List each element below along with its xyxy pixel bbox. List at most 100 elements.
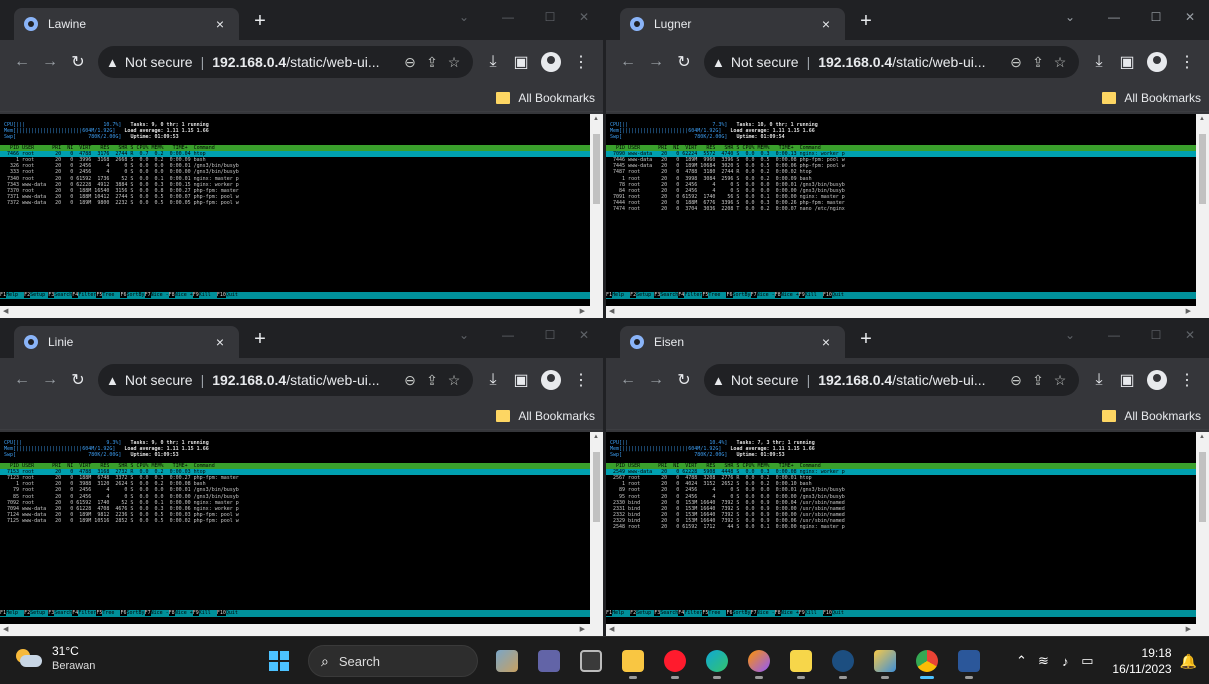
bookmark-star-icon[interactable]: ☆ xyxy=(1049,54,1071,71)
tab-search-icon[interactable]: ⌄ xyxy=(451,10,477,24)
close-window-button[interactable]: ✕ xyxy=(571,328,597,342)
tab-search-icon[interactable]: ⌄ xyxy=(1057,10,1083,24)
word-button[interactable] xyxy=(950,642,988,680)
forward-icon[interactable]: → xyxy=(642,53,670,71)
tab[interactable]: Lugner × xyxy=(620,8,845,40)
bookmark-star-icon[interactable]: ☆ xyxy=(443,372,465,389)
scrollbar-thumb[interactable] xyxy=(1199,452,1206,522)
tab[interactable]: Eisen × xyxy=(620,326,845,358)
htop-terminal[interactable]: CPU[||| 10.7%] Tasks: 9, 0 thr; 1 runnin… xyxy=(0,114,590,306)
close-window-button[interactable]: ✕ xyxy=(1177,328,1203,342)
tab-search-icon[interactable]: ⌄ xyxy=(1057,328,1083,342)
new-tab-button[interactable]: + xyxy=(248,328,272,352)
profile-avatar-icon[interactable] xyxy=(541,370,561,390)
new-tab-button[interactable]: + xyxy=(854,10,878,34)
reload-icon[interactable]: ↻ xyxy=(670,52,698,72)
taskbar-search[interactable]: ⌕ Search xyxy=(308,645,478,677)
vertical-scrollbar[interactable] xyxy=(1196,432,1209,624)
side-panel-icon[interactable]: ▣ xyxy=(1113,370,1141,390)
vertical-scrollbar[interactable] xyxy=(590,114,603,306)
widgets-button[interactable] xyxy=(488,642,526,680)
htop-process-row[interactable]: 7125 www-data 20 0 189M 10516 2852 S 0.0… xyxy=(0,518,590,524)
all-bookmarks-button[interactable]: All Bookmarks xyxy=(518,91,595,105)
wifi-icon[interactable]: ≋ xyxy=(1032,653,1054,669)
profile-avatar-icon[interactable] xyxy=(1147,370,1167,390)
maximize-button[interactable]: ☐ xyxy=(537,10,563,24)
side-panel-icon[interactable]: ▣ xyxy=(507,52,535,72)
maximize-button[interactable]: ☐ xyxy=(537,328,563,342)
firefox-button[interactable] xyxy=(740,642,778,680)
new-tab-button[interactable]: + xyxy=(854,328,878,352)
more-menu-icon[interactable]: ⋮ xyxy=(567,52,595,72)
htop-process-row[interactable]: 7474 root 20 0 3704 3036 2208 T 0.0 0.2 … xyxy=(606,206,1196,212)
share-icon[interactable]: ⇪ xyxy=(421,54,443,71)
all-bookmarks-button[interactable]: All Bookmarks xyxy=(518,409,595,423)
chrome-button[interactable] xyxy=(908,642,946,680)
tab[interactable]: Lawine × xyxy=(14,8,239,40)
minimize-button[interactable]: — xyxy=(1101,10,1127,24)
side-panel-icon[interactable]: ▣ xyxy=(1113,52,1141,72)
tab-close-button[interactable]: × xyxy=(211,334,229,350)
more-menu-icon[interactable]: ⋮ xyxy=(567,370,595,390)
download-icon[interactable]: ⤓ xyxy=(479,371,507,389)
reload-icon[interactable]: ↻ xyxy=(64,52,92,72)
horizontal-scrollbar[interactable] xyxy=(0,624,603,636)
maximize-button[interactable]: ☐ xyxy=(1143,328,1169,342)
maximize-button[interactable]: ☐ xyxy=(1143,10,1169,24)
profile-avatar-icon[interactable] xyxy=(541,52,561,72)
reload-icon[interactable]: ↻ xyxy=(670,370,698,390)
vertical-scrollbar[interactable] xyxy=(590,432,603,624)
zoom-icon[interactable]: ⊖ xyxy=(399,54,421,71)
tab[interactable]: Linie × xyxy=(14,326,239,358)
tab-close-button[interactable]: × xyxy=(211,16,229,32)
back-icon[interactable]: ← xyxy=(614,371,642,389)
minimize-button[interactable]: — xyxy=(495,10,521,24)
scrollbar-thumb[interactable] xyxy=(1199,134,1206,204)
back-icon[interactable]: ← xyxy=(614,53,642,71)
zoom-icon[interactable]: ⊖ xyxy=(1005,372,1027,389)
edge-button[interactable] xyxy=(698,642,736,680)
scrollbar-thumb[interactable] xyxy=(593,452,600,522)
profile-avatar-icon[interactable] xyxy=(1147,52,1167,72)
download-icon[interactable]: ⤓ xyxy=(1085,371,1113,389)
fkey-f10[interactable]: F10 xyxy=(822,292,832,298)
htop-process-row[interactable]: 7372 www-data 20 0 189M 9800 2232 S 0.0 … xyxy=(0,200,590,206)
htop-process-row[interactable]: 2548 root 20 0 61592 1712 44 S 0.0 0.1 0… xyxy=(606,524,1196,530)
horizontal-scrollbar[interactable] xyxy=(606,306,1209,318)
virtualbox-button[interactable] xyxy=(824,642,862,680)
chevron-up-icon[interactable]: ⌃ xyxy=(1010,653,1032,669)
all-bookmarks-button[interactable]: All Bookmarks xyxy=(1124,409,1201,423)
minimize-button[interactable]: — xyxy=(495,328,521,342)
reload-icon[interactable]: ↻ xyxy=(64,370,92,390)
horizontal-scrollbar[interactable] xyxy=(606,624,1209,636)
back-icon[interactable]: ← xyxy=(8,371,36,389)
address-bar[interactable]: ▲ Not secure | 192.168.0.4/static/web-ui...… xyxy=(704,364,1079,396)
tab-search-icon[interactable]: ⌄ xyxy=(451,328,477,342)
notification-bell-icon[interactable]: 🔔 xyxy=(1180,653,1197,670)
htop-terminal[interactable]: CPU[|| 7.3%] Tasks: 10, 0 thr; 1 running… xyxy=(606,114,1196,306)
address-bar[interactable]: ▲ Not secure | 192.168.0.4/static/web-ui...… xyxy=(98,364,473,396)
fkey-f10[interactable]: F10 xyxy=(216,610,226,616)
share-icon[interactable]: ⇪ xyxy=(1027,372,1049,389)
tab-close-button[interactable]: × xyxy=(817,334,835,350)
bookmark-star-icon[interactable]: ☆ xyxy=(1049,372,1071,389)
clock[interactable]: 19:18 16/11/2023 xyxy=(1112,645,1171,677)
side-panel-icon[interactable]: ▣ xyxy=(507,370,535,390)
speaker-icon[interactable]: ♪ xyxy=(1054,654,1076,669)
paint-button[interactable] xyxy=(866,642,904,680)
address-bar[interactable]: ▲ Not secure | 192.168.0.4/static/web-ui...… xyxy=(98,46,473,78)
file-explorer-button[interactable] xyxy=(614,642,652,680)
close-window-button[interactable]: ✕ xyxy=(1177,10,1203,24)
weather-widget[interactable]: 31°C Berawan xyxy=(14,643,95,673)
download-icon[interactable]: ⤓ xyxy=(479,53,507,71)
address-bar[interactable]: ▲ Not secure | 192.168.0.4/static/web-ui...… xyxy=(704,46,1079,78)
fkey-f10[interactable]: F10 xyxy=(216,292,226,298)
forward-icon[interactable]: → xyxy=(642,371,670,389)
opera-button[interactable] xyxy=(656,642,694,680)
close-window-button[interactable]: ✕ xyxy=(571,10,597,24)
all-bookmarks-button[interactable]: All Bookmarks xyxy=(1124,91,1201,105)
task-view-button[interactable] xyxy=(572,642,610,680)
fkey-f10[interactable]: F10 xyxy=(822,610,832,616)
forward-icon[interactable]: → xyxy=(36,371,64,389)
sticky-notes-button[interactable] xyxy=(782,642,820,680)
